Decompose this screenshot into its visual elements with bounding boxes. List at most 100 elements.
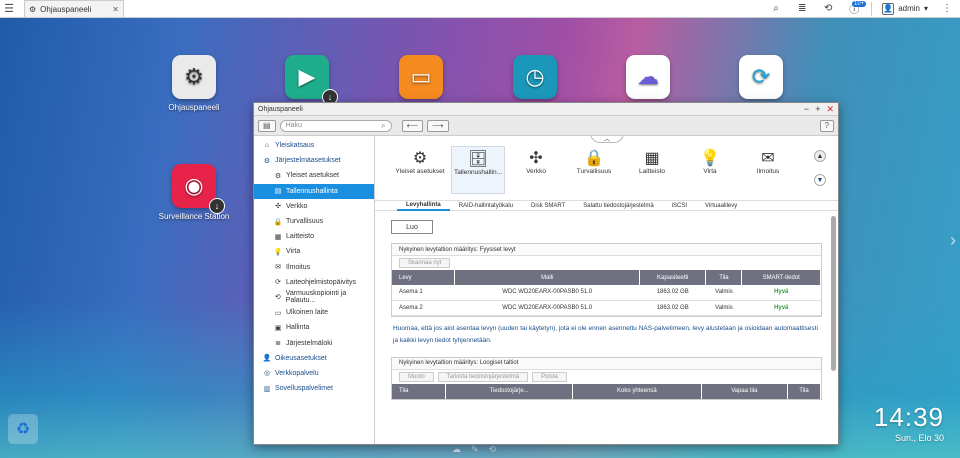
category-icon[interactable]: 🔒 Turvallisuus — [567, 146, 621, 194]
subtab[interactable]: iSCSI — [663, 201, 696, 211]
desktop-icon-video-station[interactable]: ▶ ↓ — [267, 55, 347, 105]
cloud-icon[interactable]: ☁ — [452, 444, 461, 455]
column-header[interactable]: SMART-tiedot — [741, 270, 821, 285]
external-device-icon[interactable]: ⟲ — [815, 0, 841, 18]
sidebar-item[interactable]: ◎ Verkkopalvelu — [254, 366, 374, 381]
desktop-icon-cloud[interactable]: ☁ — [608, 55, 688, 103]
sidebar-item[interactable]: ▥ Sovelluspalvelimet — [254, 381, 374, 396]
sidebar-item[interactable]: ✉ Ilmoitus — [254, 260, 374, 275]
desktop-icon-label: Surveillance Station — [158, 212, 230, 221]
sidebar-item[interactable]: ▭ Ulkoinen laite — [254, 305, 374, 320]
background-task-icon[interactable]: ≣ — [789, 0, 815, 18]
column-header[interactable]: Tila — [787, 383, 822, 399]
recycle-bin-icon[interactable]: ♻ — [8, 414, 38, 444]
network-icon: ✣ — [275, 203, 281, 211]
scan-now-button[interactable]: Skannaa nyt — [399, 258, 451, 268]
sidebar-item[interactable]: ⟲ Varmuuskopiointi ja Palautu... — [254, 290, 374, 305]
column-header[interactable]: Levy — [392, 270, 456, 285]
category-glyph-icon: ✣ — [529, 150, 543, 167]
desktop-icon-control-panel[interactable]: ⚙ Ohjauspaneeli — [154, 55, 234, 112]
external-device-icon: ▭ — [274, 309, 282, 317]
sidebar-item[interactable]: ⌂ Yleiskatsaus — [254, 138, 374, 153]
main-menu-icon[interactable]: ☰ — [0, 0, 18, 18]
subtab[interactable]: Levyhallinta — [397, 201, 450, 211]
column-header[interactable]: Malli — [454, 270, 641, 285]
chevron-right-icon[interactable]: › — [950, 230, 956, 251]
search-icon[interactable]: ⌕ — [763, 0, 789, 18]
notification-icon[interactable]: ⓘ 10+ — [841, 0, 867, 18]
taskbar-tab-control-panel[interactable]: ⚙ Ohjauspaneeli ✕ — [24, 0, 124, 17]
column-header[interactable]: Vapaa tila — [701, 383, 788, 399]
category-icon[interactable]: 💡 Virta — [683, 146, 737, 194]
scroll-up-icon[interactable]: ▲ — [814, 150, 826, 162]
sidebar-item[interactable]: ≣ Järjestelmäloki — [254, 335, 374, 350]
refresh-icon[interactable]: ⟲ — [489, 444, 497, 455]
sidebar-item[interactable]: ⚙ Yleiset asetukset — [254, 168, 374, 183]
category-label: Virta — [703, 168, 717, 175]
table-row[interactable]: Asema 2 WDC WD20EARX-00PASB0 51.0 1863.02 … — [392, 300, 821, 316]
sidebar-item[interactable]: ▦ Laitteisto — [254, 229, 374, 244]
minimize-icon[interactable]: − — [804, 104, 809, 115]
sidebar-item[interactable]: 👤 Oikeusasetukset — [254, 351, 374, 366]
table-cell: WDC WD20EARX-00PASB0 51.0 — [454, 300, 640, 316]
clock-icon: ◷ — [513, 55, 557, 99]
hardware-icon: ▦ — [274, 233, 282, 241]
forward-button[interactable]: ⟶ — [427, 119, 449, 132]
column-header[interactable]: Kapasiteetti — [639, 270, 707, 285]
sidebar-item[interactable]: ⟳ Laiteohjelmistopäivitys — [254, 275, 374, 290]
category-glyph-icon: ✉ — [761, 150, 775, 167]
back-button[interactable]: ⟵ — [401, 119, 424, 132]
column-header[interactable]: Tila — [392, 383, 447, 399]
close-icon[interactable]: ✕ — [112, 5, 119, 14]
column-header[interactable]: Tila — [705, 270, 743, 285]
scrollbar[interactable] — [831, 216, 836, 371]
category-icon[interactable]: ✣ Verkko — [509, 146, 563, 194]
desktop-icon-surveillance-station[interactable]: ◉ ↓ Surveillance Station — [154, 164, 234, 221]
collapse-toggle[interactable]: ︿ — [590, 136, 624, 143]
table-cell: Valmis — [705, 285, 742, 301]
window-titlebar[interactable]: Ohjauspaneeli − + ✕ — [254, 103, 838, 116]
lock-icon: 🔒 — [273, 218, 283, 226]
panel-title: Nykyinen levytaltion määritys: Fyysiset … — [392, 244, 821, 256]
subtab[interactable]: Virtuaalilevy — [696, 201, 746, 211]
volume-action-button[interactable]: Muoto — [399, 371, 434, 382]
category-label: Laitteisto — [638, 168, 666, 175]
column-header[interactable]: Tiedostojärje... — [445, 383, 574, 399]
category-icon[interactable]: ✉ Ilmoitus — [741, 146, 795, 194]
subtab[interactable]: RAID-hallintatyökalu — [450, 201, 522, 211]
volume-action-button[interactable]: Tarkista tiedostojärjestelmä — [437, 371, 529, 382]
sidebar-item[interactable]: ▣ Hallinta — [254, 320, 374, 335]
sidebar-item[interactable]: 💡 Virta — [254, 244, 374, 259]
close-icon[interactable]: ✕ — [826, 104, 834, 115]
category-icon[interactable]: ⚙ Yleiset asetukset — [393, 146, 447, 194]
category-icon[interactable]: 🗄 Tallennushallin... — [451, 146, 505, 194]
view-toggle-button[interactable]: ▤ — [258, 119, 276, 132]
search-input[interactable]: Haku ⌕ — [279, 119, 392, 132]
maximize-icon[interactable]: + — [815, 104, 820, 115]
category-icon[interactable]: ▦ Laitteisto — [625, 146, 679, 194]
sidebar-item[interactable]: ⚙ Järjestelmäasetukset — [254, 153, 374, 168]
sidebar-item[interactable]: ▤ Tallennushallinta — [254, 183, 374, 199]
column-header[interactable]: Koko yhteensä — [572, 383, 702, 399]
tools-icon[interactable]: ✎ — [471, 444, 479, 455]
home-icon: ⌂ — [264, 142, 270, 150]
desktop-icon-backup[interactable]: ◷ — [495, 55, 575, 103]
desktop-icon-sync[interactable]: ⟳ — [721, 55, 801, 103]
sidebar-item-label: Yleiset asetukset — [286, 172, 339, 180]
help-button[interactable]: ? — [819, 119, 834, 132]
camera-icon: ◉ ↓ — [172, 164, 225, 214]
subtab[interactable]: Disk SMART — [522, 201, 574, 211]
table-cell: Hyvä — [741, 300, 821, 316]
table-row[interactable]: Asema 1 WDC WD20EARX-00PASB0 51.0 1863.02 … — [392, 285, 821, 301]
desktop-icon-file-station[interactable]: ▭ — [381, 55, 461, 103]
scroll-down-icon[interactable]: ▼ — [814, 174, 826, 186]
volume-action-button[interactable]: Poista — [532, 371, 567, 382]
user-menu[interactable]: 👤 admin ▾ — [876, 2, 934, 15]
create-button[interactable]: Luo — [391, 220, 433, 234]
physical-disks-table: Levy Malli Kapasiteetti Tila SMART-tiedot As… — [392, 270, 821, 316]
subtab[interactable]: Salattu tiedostojärjestelmä — [574, 201, 662, 211]
sidebar-item[interactable]: 🔒 Turvallisuus — [254, 214, 374, 229]
sidebar-item[interactable]: ✣ Verkko — [254, 199, 374, 214]
sync-icon: ⟳ — [739, 55, 783, 99]
more-options-icon[interactable]: ⋮ — [934, 0, 960, 18]
